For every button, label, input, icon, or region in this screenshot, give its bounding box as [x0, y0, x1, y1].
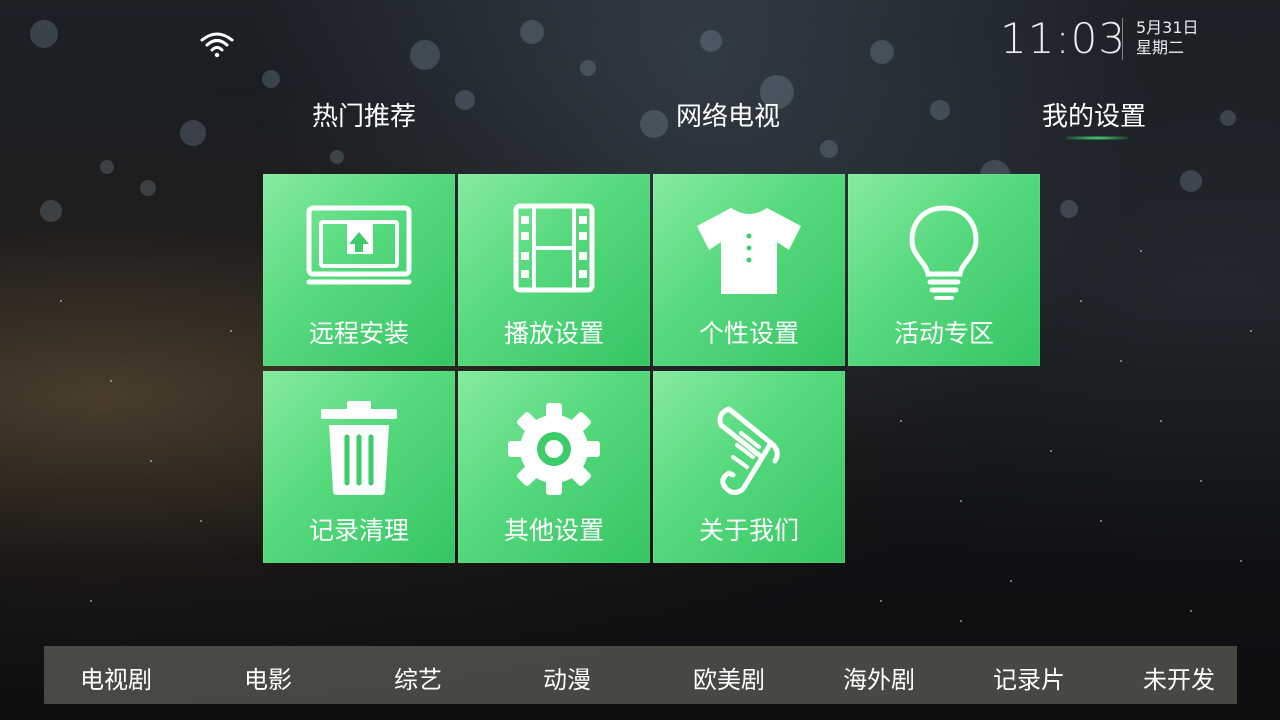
tab-my-settings[interactable]: 我的设置 — [1042, 96, 1146, 133]
tile-record-cleanup[interactable]: 记录清理 — [263, 371, 455, 563]
tile-label: 播放设置 — [503, 319, 604, 348]
tab-selected-indicator — [1066, 136, 1128, 140]
tile-label: 关于我们 — [698, 516, 799, 545]
scroll-icon — [717, 406, 780, 495]
tile-label: 记录清理 — [308, 516, 409, 545]
bottom-nav-anime[interactable]: 动漫 — [543, 660, 591, 695]
tile-other-settings[interactable]: 其他设置 — [458, 371, 650, 563]
tile-label: 远程安装 — [308, 319, 409, 348]
clock-date: 5月31日 星期二 — [1136, 18, 1199, 58]
weekday-text: 星期二 — [1136, 38, 1185, 57]
tile-personal-settings[interactable]: 个性设置 — [653, 174, 845, 366]
bottom-nav-variety[interactable]: 综艺 — [394, 660, 442, 695]
clock-divider — [1122, 18, 1123, 60]
tab-network-tv[interactable]: 网络电视 — [676, 96, 780, 133]
tile-playback-settings[interactable]: 播放设置 — [458, 174, 650, 366]
bottom-nav-tv-drama[interactable]: 电视剧 — [80, 660, 152, 695]
lightbulb-icon — [909, 205, 979, 300]
tile-label: 活动专区 — [893, 319, 994, 348]
remote-install-icon — [306, 205, 412, 285]
wifi-icon — [200, 32, 234, 58]
film-icon — [513, 203, 595, 293]
tab-hot-recommend[interactable]: 热门推荐 — [312, 96, 416, 133]
bottom-nav-undeveloped[interactable]: 未开发 — [1143, 660, 1215, 695]
tshirt-icon — [697, 208, 801, 294]
gear-icon — [508, 403, 600, 495]
tile-label: 其他设置 — [503, 516, 604, 545]
tile-about-us[interactable]: 关于我们 — [653, 371, 845, 563]
trash-icon — [321, 401, 397, 495]
tile-label: 个性设置 — [698, 319, 799, 348]
bottom-nav-movie[interactable]: 电影 — [244, 660, 292, 695]
bottom-nav-documentary[interactable]: 记录片 — [993, 660, 1065, 695]
bottom-category-bar: 电视剧 电影 综艺 动漫 欧美剧 海外剧 记录片 未开发 — [44, 646, 1237, 704]
tile-activity-zone[interactable]: 活动专区 — [848, 174, 1040, 366]
bottom-nav-overseas-drama[interactable]: 海外剧 — [843, 660, 915, 695]
date-text: 5月31日 — [1136, 18, 1199, 37]
clock-time: 11:03 — [1000, 14, 1127, 63]
tile-remote-install[interactable]: 远程安装 — [263, 174, 455, 366]
bottom-nav-western-drama[interactable]: 欧美剧 — [693, 660, 765, 695]
